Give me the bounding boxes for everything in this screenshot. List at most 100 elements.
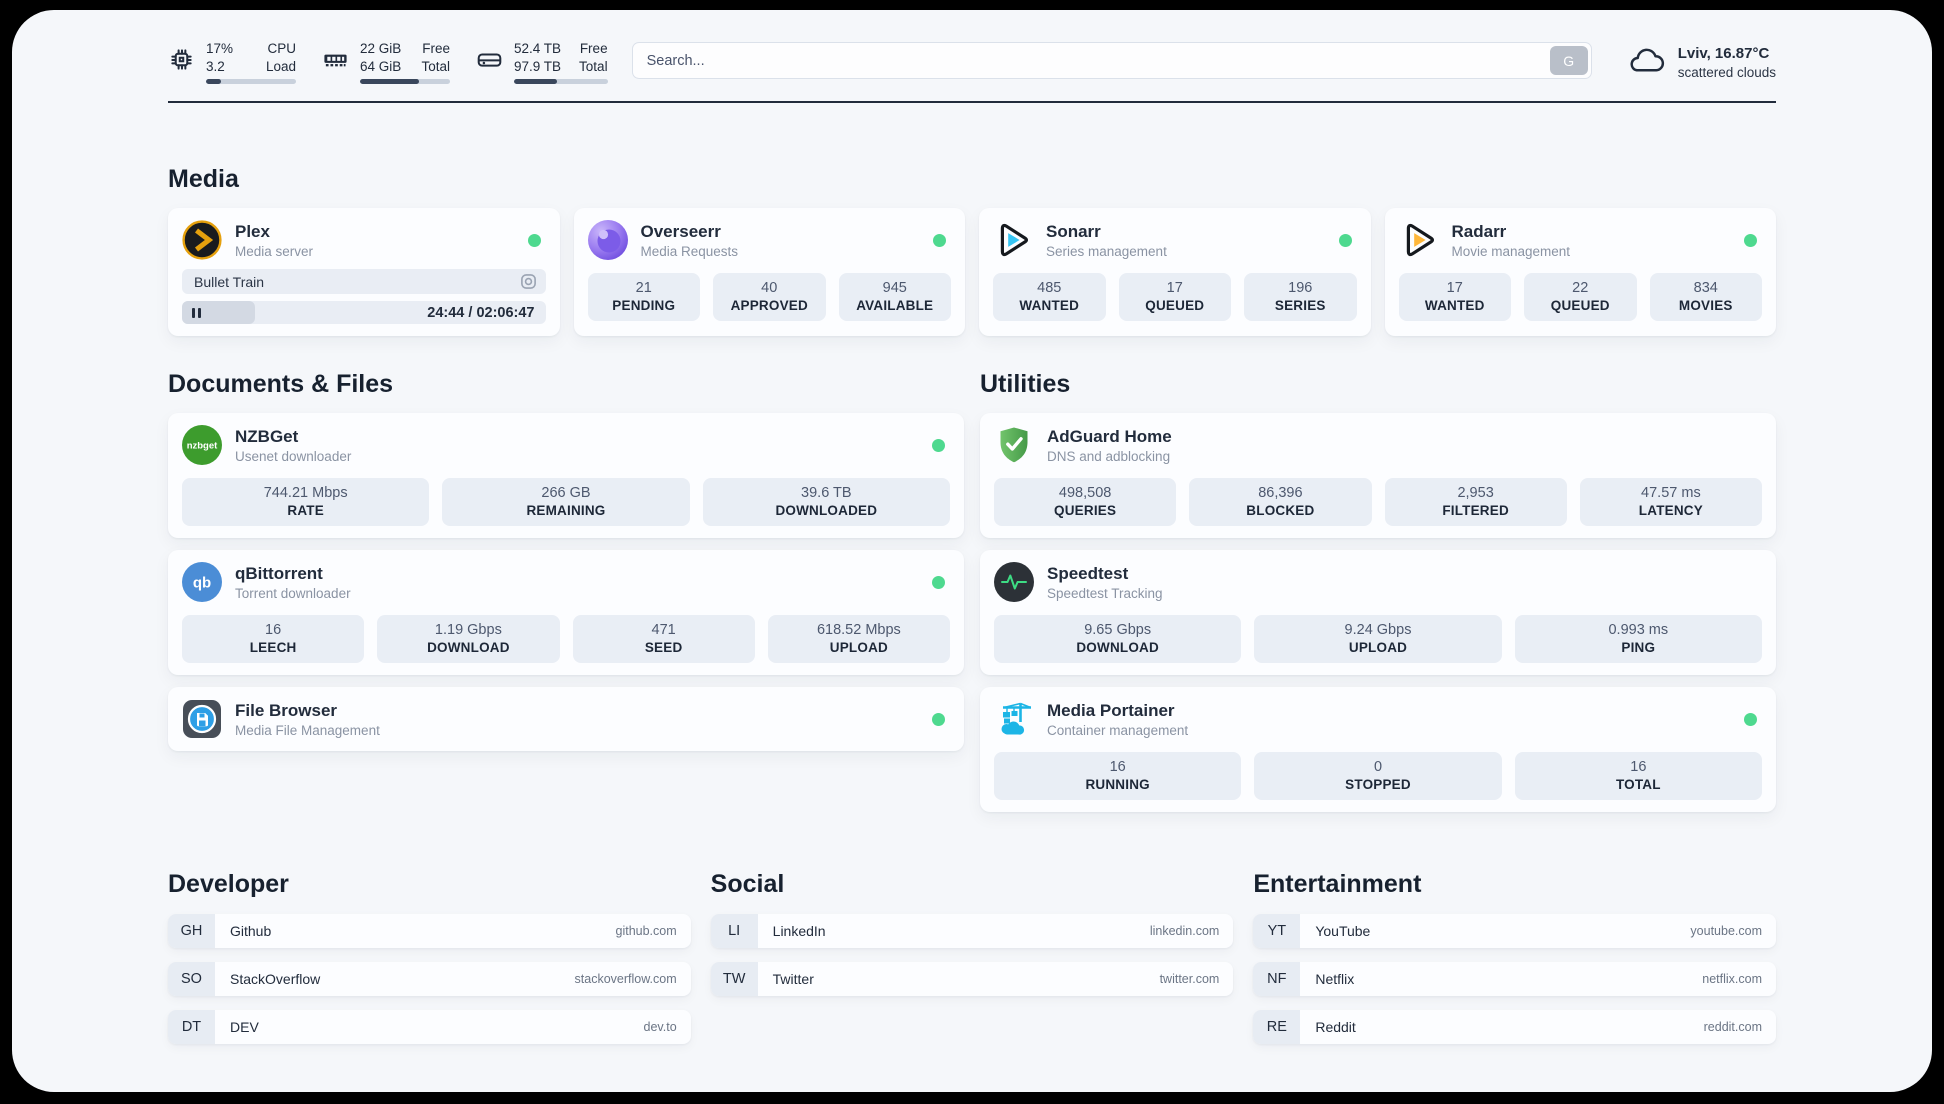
portainer-icon: [994, 699, 1034, 739]
stat-rate: 744.21 Mbps RATE: [182, 478, 430, 526]
app-card-adguard[interactable]: AdGuard Home DNS and adblocking 498,508 Q…: [980, 413, 1776, 538]
section-title-social: Social: [710, 870, 785, 898]
stat-label: LATENCY: [1638, 503, 1703, 518]
stat-wanted: 17 WANTED: [1398, 273, 1511, 321]
stat-value: 9.65 Gbps: [1084, 622, 1152, 638]
stat-ping: 0.993 ms PING: [1514, 615, 1762, 663]
stat-label: PENDING: [612, 298, 676, 313]
status-dot: [1744, 712, 1757, 726]
bookmark-dev[interactable]: DT DEV dev.to: [168, 1010, 691, 1044]
bookmark-url: dev.to: [643, 1020, 677, 1034]
stat-label: TOTAL: [1615, 777, 1661, 792]
stat-value: 196: [1288, 280, 1313, 296]
ram-icon: [322, 40, 349, 84]
bookmark-name: LinkedIn: [772, 923, 826, 939]
section-title-media: Media: [168, 165, 239, 193]
app-name: Sonarr: [1046, 221, 1101, 241]
stat-label: REMAINING: [526, 503, 606, 518]
stat-label: LEECH: [249, 640, 297, 655]
app-card-speedtest[interactable]: Speedtest Speedtest Tracking 9.65 Gbps DO…: [980, 550, 1776, 675]
app-card-overseerr[interactable]: Overseerr Media Requests 21 PENDING 40 APP…: [573, 208, 965, 336]
app-subtitle: Media File Management: [235, 722, 380, 738]
app-name: File Browser: [235, 700, 338, 720]
section-title-documents: Documents & Files: [168, 370, 394, 398]
app-card-filebrowser[interactable]: File Browser Media File Management: [168, 687, 964, 751]
disk-progress-bar: [514, 79, 608, 84]
bookmark-name: Netflix: [1315, 971, 1355, 987]
app-card-qbittorrent[interactable]: qb qBittorrent Torrent downloader 16 LEEC…: [168, 550, 964, 675]
app-card-sonarr[interactable]: Sonarr Series management 485 WANTED 17 QUE…: [979, 208, 1371, 336]
stat-movies: 834 MOVIES: [1649, 273, 1762, 321]
status-dot: [932, 712, 945, 726]
app-card-radarr[interactable]: Radarr Movie management 17 WANTED 22 QUEUE…: [1384, 208, 1776, 336]
stat-label: UPLOAD: [829, 640, 888, 655]
bookmark-url: linkedin.com: [1149, 924, 1220, 938]
stat-label: SEED: [644, 640, 683, 655]
filebrowser-icon: [182, 699, 222, 739]
bookmark-group-entertainment: Entertainment YT YouTube youtube.com NF …: [1253, 870, 1776, 1044]
bookmark-stackoverflow[interactable]: SO StackOverflow stackoverflow.com: [168, 962, 691, 996]
stat-download: 9.65 Gbps DOWNLOAD: [994, 615, 1242, 663]
bookmark-abbr: RE: [1253, 1010, 1301, 1044]
stat-total: 16 TOTAL: [1514, 752, 1762, 800]
stat-value: 2,953: [1457, 485, 1494, 501]
resource-monitors: 17% CPU 3.2 Load 22 GiB Free 64 GiB Tota…: [168, 40, 608, 84]
search-input[interactable]: [631, 42, 1592, 79]
stat-label: RUNNING: [1085, 777, 1150, 792]
stat-value: 17: [1166, 280, 1183, 296]
svg-text:nzbget: nzbget: [187, 441, 218, 452]
stat-label: APPROVED: [730, 298, 808, 313]
stat-value: 39.6 TB: [801, 485, 852, 501]
stat-value: 16: [265, 622, 282, 638]
stat-upload: 618.52 Mbps UPLOAD: [767, 615, 950, 663]
bookmark-reddit[interactable]: RE Reddit reddit.com: [1253, 1010, 1776, 1044]
cpu-progress-fill: [206, 79, 222, 84]
stat-label: MOVIES: [1678, 298, 1733, 313]
app-subtitle: Media Requests: [640, 243, 739, 259]
bookmark-netflix[interactable]: NF Netflix netflix.com: [1253, 962, 1776, 996]
bookmark-name: Twitter: [772, 971, 814, 987]
stat-label: QUEUED: [1145, 298, 1205, 313]
speedtest-icon: [994, 562, 1034, 602]
bookmark-twitter[interactable]: TW Twitter twitter.com: [710, 962, 1234, 996]
stat-blocked: 86,396 BLOCKED: [1189, 478, 1372, 526]
stat-label: BLOCKED: [1246, 503, 1315, 518]
bookmark-url: github.com: [615, 924, 677, 938]
app-card-nzbget[interactable]: nzbget NZBGet Usenet downloader 744.21 M…: [168, 413, 964, 538]
app-card-plex[interactable]: Plex Media server Bullet Train 24:44 / 0…: [168, 208, 560, 336]
bookmark-url: stackoverflow.com: [574, 972, 677, 986]
stat-leech: 16 LEECH: [182, 615, 365, 663]
disk-progress-fill: [514, 79, 558, 84]
section-title-developer: Developer: [168, 870, 289, 898]
stat-label: SERIES: [1274, 298, 1326, 313]
app-subtitle: Speedtest Tracking: [1047, 585, 1163, 601]
bookmark-abbr: DT: [168, 1010, 215, 1044]
stat-value: 945: [882, 280, 907, 296]
player-progress[interactable]: 24:44 / 02:06:47: [182, 301, 546, 324]
stat-label: DOWNLOAD: [1076, 640, 1159, 655]
stat-label: QUEUED: [1550, 298, 1610, 313]
stat-value: 618.52 Mbps: [816, 622, 901, 638]
weather-location: Lviv, 16.87°C: [1677, 45, 1770, 62]
stat-value: 266 GB: [541, 485, 591, 501]
stat-label: RATE: [287, 503, 324, 518]
stat-seed: 471 SEED: [572, 615, 755, 663]
bookmark-github[interactable]: GH Github github.com: [168, 914, 691, 948]
disk-free: 52.4 TB: [514, 41, 562, 56]
bookmark-abbr: LI: [710, 914, 758, 948]
bookmark-name: Github: [230, 923, 272, 939]
video-icon: [520, 273, 537, 290]
search-provider-button[interactable]: G: [1549, 46, 1588, 75]
ram-progress-bar: [360, 79, 450, 84]
stat-latency: 47.57 ms LATENCY: [1579, 478, 1762, 526]
stat-queries: 498,508 QUERIES: [994, 478, 1177, 526]
app-subtitle: Container management: [1047, 722, 1189, 738]
cpu-icon: [168, 40, 195, 84]
ram-label-1: Free: [422, 41, 450, 56]
bookmark-youtube[interactable]: YT YouTube youtube.com: [1253, 914, 1776, 948]
app-card-portainer[interactable]: Media Portainer Container management 16 R…: [980, 687, 1776, 812]
bookmark-linkedin[interactable]: LI LinkedIn linkedin.com: [710, 914, 1234, 948]
pause-icon[interactable]: [192, 307, 201, 318]
stat-label: UPLOAD: [1348, 640, 1408, 655]
now-playing-row: Bullet Train: [182, 269, 546, 294]
